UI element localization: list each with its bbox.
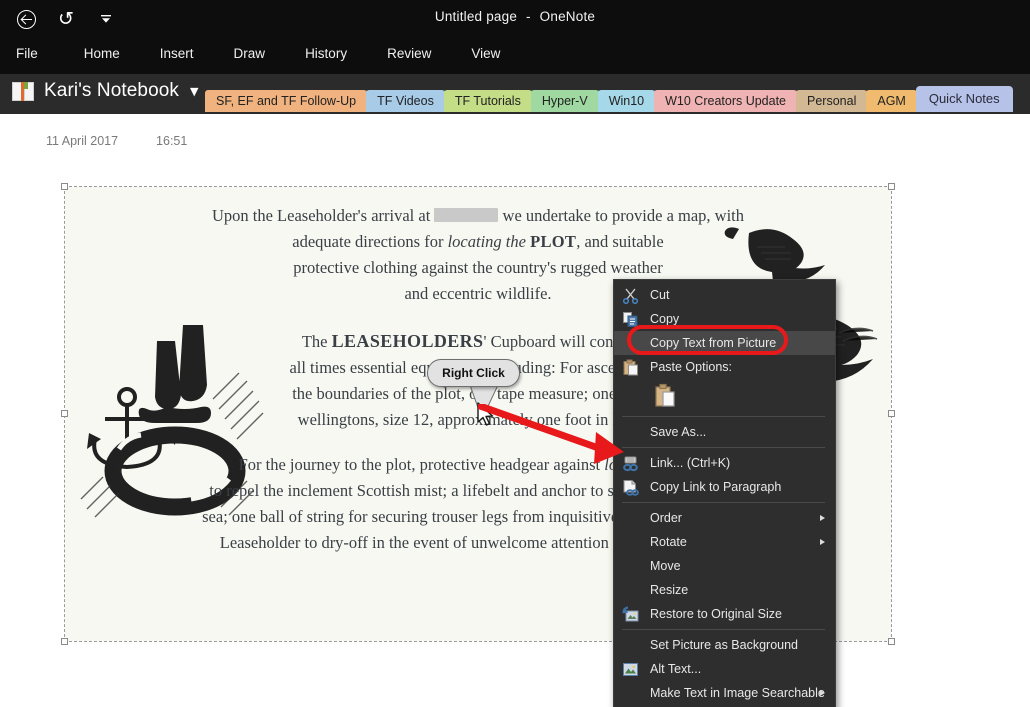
restore-size-icon (622, 606, 639, 622)
chevron-down-icon[interactable]: ▼ (190, 85, 198, 98)
red-highlight-ring (627, 325, 788, 355)
ribbon-tab-draw[interactable]: Draw (214, 42, 286, 65)
page-date[interactable]: 11 April 2017 (46, 134, 118, 148)
paste-clipboard-icon[interactable] (654, 383, 676, 409)
right-click-callout-label: Right Click (442, 366, 505, 380)
section-tab-label: Personal (807, 94, 857, 108)
resize-handle-top-right[interactable] (888, 183, 895, 190)
onenote-window: ↺ Untitled page - OneNote File Home Inse… (0, 0, 1030, 707)
context-menu-item-make-text-in-image-searchable[interactable]: Make Text in Image Searchable (614, 681, 835, 705)
ribbon-tab-review[interactable]: Review (367, 42, 451, 65)
section-tab-win10[interactable]: Win10 (597, 90, 665, 112)
context-menu-item-cut[interactable]: Cut (614, 283, 835, 307)
section-tab-w10-creators-update[interactable]: W10 Creators Update (654, 90, 806, 112)
section-tab-agm[interactable]: AGM (866, 90, 927, 112)
resize-handle-middle-right[interactable] (888, 410, 895, 417)
context-menu-item-rotate[interactable]: Rotate (614, 530, 835, 554)
context-menu-label: Cut (650, 288, 670, 302)
window-title-page: Untitled page (434, 9, 518, 24)
ribbon-tab-home[interactable]: Home (64, 42, 140, 65)
window-title: Untitled page - OneNote (0, 9, 1030, 24)
title-bar: ↺ Untitled page - OneNote File Home Inse… (0, 0, 1030, 74)
context-menu-label: Alt Text... (650, 662, 702, 676)
resize-handle-middle-left[interactable] (61, 410, 68, 417)
context-menu-label: Resize (650, 583, 689, 597)
right-click-callout: Right Click (427, 359, 520, 387)
ribbon-tab-strip: File Home Insert Draw History Review Vie… (0, 38, 1030, 68)
context-menu-separator (622, 447, 825, 448)
window-title-app: OneNote (539, 9, 596, 24)
section-tab-quick-notes[interactable]: Quick Notes (915, 86, 1013, 112)
context-menu-label: Move (650, 559, 681, 573)
context-menu-item-move[interactable]: Move (614, 554, 835, 578)
context-menu-separator (622, 416, 825, 417)
resize-handle-bottom-right[interactable] (888, 638, 895, 645)
ribbon-tab-file[interactable]: File (14, 42, 64, 65)
context-menu-label: Set Picture as Background (650, 638, 798, 652)
window-title-separator: - (526, 9, 531, 24)
notebook-name: Kari's Notebook (44, 80, 180, 101)
context-menu-label: Save As... (650, 425, 707, 439)
copy-link-icon (623, 480, 639, 496)
section-tab-label: W10 Creators Update (665, 94, 787, 108)
context-menu-item-restore-to-original-size[interactable]: Restore to Original Size (614, 602, 835, 626)
ribbon-tab-view[interactable]: View (451, 42, 520, 65)
submenu-arrow-icon (820, 515, 825, 521)
context-menu-item-paste-options: Paste Options: (614, 355, 835, 379)
context-menu-label: Paste Options: (650, 360, 732, 374)
page-metadata: 11 April 2017 16:51 (46, 134, 187, 148)
context-menu-item-alt-text[interactable]: Alt Text... (614, 657, 835, 681)
context-menu-label: Rotate (650, 535, 687, 549)
page-time[interactable]: 16:51 (156, 134, 187, 148)
context-menu-separator (622, 629, 825, 630)
context-menu-label: Copy Link to Paragraph (650, 480, 782, 494)
notebook-icon (12, 81, 35, 101)
context-menu-label: Copy (650, 312, 680, 326)
ribbon-tab-history[interactable]: History (285, 42, 367, 65)
submenu-arrow-icon (820, 539, 825, 545)
notebook-selector[interactable]: Kari's Notebook ▼ (12, 80, 199, 102)
red-arrow-annotation (478, 404, 624, 464)
section-tab-tf-videos[interactable]: TF Videos (366, 90, 454, 112)
section-tab-label: Hyper-V (541, 94, 588, 108)
context-menu-item-resize[interactable]: Resize (614, 578, 835, 602)
context-menu-separator (622, 502, 825, 503)
context-menu-item-order[interactable]: Order (614, 506, 835, 530)
resize-handle-bottom-left[interactable] (61, 638, 68, 645)
page-canvas[interactable]: 11 April 2017 16:51 Upon the Leaseholder… (0, 114, 1030, 707)
scissors-icon (622, 288, 639, 304)
context-menu-label: Restore to Original Size (650, 607, 783, 621)
submenu-arrow-icon (820, 690, 825, 696)
section-tab-label: TF Tutorials (454, 94, 521, 108)
paste-options-icon (623, 359, 638, 376)
context-menu-paste-option-row[interactable] (614, 379, 835, 413)
section-tab-personal[interactable]: Personal (796, 90, 877, 112)
ribbon-tab-insert[interactable]: Insert (140, 42, 214, 65)
section-tab-label: Quick Notes (928, 91, 1000, 106)
resize-handle-top-left[interactable] (61, 183, 68, 190)
context-menu-label: Make Text in Image Searchable (650, 686, 825, 700)
section-tab-label: AGM (877, 94, 906, 108)
section-tab-tf-tutorials[interactable]: TF Tutorials (443, 90, 541, 112)
section-tab-label: TF Videos (377, 94, 434, 108)
context-menu-label: Order (650, 511, 682, 525)
context-menu-item-save-as[interactable]: Save As... (614, 420, 835, 444)
section-tab-hyper-v[interactable]: Hyper-V (530, 90, 608, 112)
alt-text-icon (623, 663, 638, 676)
context-menu-label: Link... (Ctrl+K) (650, 456, 731, 470)
context-menu-item-copy-link-to-paragraph[interactable]: Copy Link to Paragraph (614, 475, 835, 499)
section-tab-sf-ef-tf-follow-up[interactable]: SF, EF and TF Follow-Up (205, 90, 377, 112)
context-menu-item-set-picture-as-background[interactable]: Set Picture as Background (614, 633, 835, 657)
section-tab-strip: SF, EF and TF Follow-Up TF Videos TF Tut… (205, 86, 1013, 112)
section-tab-label: Win10 (608, 94, 645, 108)
context-menu-item-link[interactable]: Link... (Ctrl+K) (614, 451, 835, 475)
section-tab-label: SF, EF and TF Follow-Up (216, 94, 357, 108)
